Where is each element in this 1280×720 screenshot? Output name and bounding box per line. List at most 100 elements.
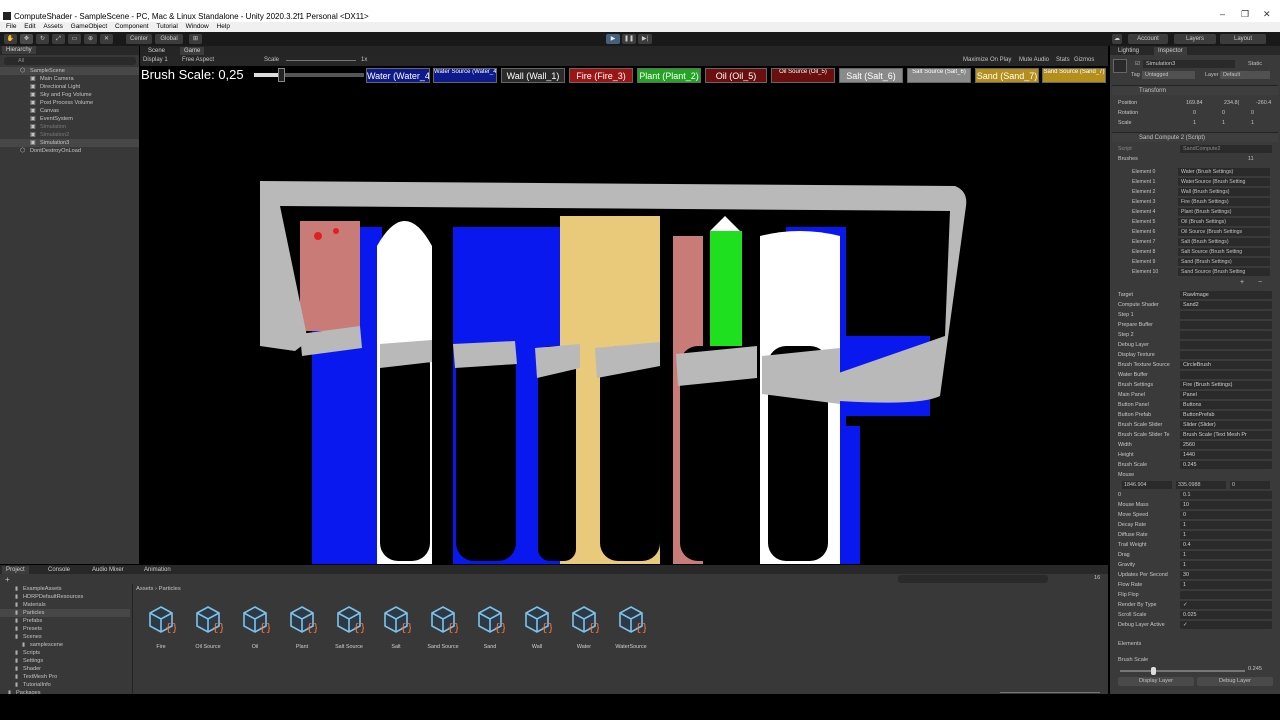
project-folder-item[interactable]: ▮ HDRPDefaultResources — [0, 593, 130, 601]
step-button[interactable]: ▶| — [638, 34, 652, 44]
script-field-value[interactable]: CircleBrush — [1180, 361, 1272, 369]
brush-button[interactable]: Salt (Salt_6) — [839, 68, 903, 83]
brush-button[interactable]: Oil (Oil_5) — [705, 68, 767, 83]
script-field-value[interactable]: 1 — [1180, 531, 1272, 539]
tab-scene[interactable]: Scene — [144, 47, 169, 55]
script-field-value[interactable]: 0.4 — [1180, 541, 1272, 549]
tab-hierarchy[interactable]: Hierarchy — [2, 46, 36, 54]
prefab-asset[interactable]: {} Salt — [376, 604, 416, 650]
hierarchy-item[interactable]: ⬡ SampleScene — [0, 67, 139, 75]
tab-project[interactable]: Project — [2, 566, 29, 574]
brush-element-field[interactable]: WaterSource (Brush Setting — [1178, 178, 1270, 186]
tab-animation[interactable]: Animation — [140, 566, 175, 574]
brush-element-field[interactable]: Oil (Brush Settings) — [1178, 218, 1270, 226]
script-field-value[interactable]: Buttons — [1180, 401, 1272, 409]
stats-toggle[interactable]: Stats — [1056, 57, 1070, 63]
brush-button[interactable]: Sand (Sand_7) — [975, 68, 1039, 83]
script-field-value[interactable]: ✓ — [1180, 601, 1272, 609]
add-element-button[interactable]: + — [1240, 279, 1244, 286]
brush-button[interactable]: Plant (Plant_2) — [637, 68, 701, 83]
script-field-value[interactable]: 0.245 — [1180, 461, 1272, 469]
prefab-asset[interactable]: {} Sand — [470, 604, 510, 650]
project-folder-item[interactable]: ▮ samplescene — [0, 641, 130, 649]
brush-element-field[interactable]: Sand Source (Brush Setting — [1178, 268, 1270, 276]
script-field-value[interactable]: 0.025 — [1180, 611, 1272, 619]
menu-tutorial[interactable]: Tutorial — [156, 22, 177, 32]
tab-audio-mixer[interactable]: Audio Mixer — [88, 566, 128, 574]
hand-tool-icon[interactable]: ✋ — [4, 34, 17, 44]
canvas-brush-scale-slider[interactable] — [1120, 667, 1245, 675]
tab-inspector[interactable]: Inspector — [1154, 47, 1187, 55]
tab-console[interactable]: Console — [44, 566, 74, 574]
hierarchy-item[interactable]: ▣ EventSystem — [0, 115, 139, 123]
prefab-asset[interactable]: {} Oil — [235, 604, 275, 650]
script-field-value[interactable] — [1180, 341, 1272, 349]
brush-element-field[interactable]: Salt (Brush Settings) — [1178, 238, 1270, 246]
prefab-asset[interactable]: {} Sand Source — [423, 604, 463, 650]
account-dropdown[interactable]: Account — [1128, 34, 1168, 44]
menu-file[interactable]: File — [6, 22, 16, 32]
rotation-x[interactable]: 0 — [1193, 108, 1196, 118]
scale-z[interactable]: 1 — [1251, 118, 1254, 128]
hierarchy-item[interactable]: ▣ Sky and Fog Volume — [0, 91, 139, 99]
script-component-header[interactable]: Sand Compute 2 (Script) — [1112, 132, 1278, 142]
mouse-x[interactable]: 1846.904 — [1122, 481, 1172, 489]
prefab-asset[interactable]: {} Salt Source — [329, 604, 369, 650]
script-field-value[interactable]: 1 — [1180, 551, 1272, 559]
breadcrumb-particles[interactable]: Particles — [159, 586, 181, 592]
brush-element-field[interactable]: Fire (Brush Settings) — [1178, 198, 1270, 206]
scale-slider[interactable] — [286, 60, 356, 61]
tag-dropdown[interactable]: Untagged — [1142, 71, 1195, 79]
brush-element-field[interactable]: Oil Source (Brush Settings — [1178, 228, 1270, 236]
hierarchy-item[interactable]: ▣ Directional Light — [0, 83, 139, 91]
script-field-value[interactable] — [1180, 331, 1272, 339]
prefab-asset[interactable]: {} Wall — [517, 604, 557, 650]
hierarchy-item[interactable]: ⬡ DontDestroyOnLoad — [0, 147, 139, 155]
brush-element-field[interactable]: Sand (Brush Settings) — [1178, 258, 1270, 266]
hierarchy-item[interactable]: ▣ Post Process Volume — [0, 99, 139, 107]
gizmos-dropdown[interactable]: Gizmos — [1074, 57, 1094, 63]
script-field-value[interactable] — [1180, 371, 1272, 379]
project-folder-item[interactable]: ▮ Materials — [0, 601, 130, 609]
prefab-asset[interactable]: {} Plant — [282, 604, 322, 650]
brush-button[interactable]: Wall (Wall_1) — [501, 68, 565, 83]
rotate-tool-icon[interactable]: ↻ — [36, 34, 49, 44]
snap-icon[interactable]: ⊞ — [189, 34, 202, 44]
script-field-value[interactable]: ✓ — [1180, 621, 1272, 629]
project-folder-item[interactable]: ▮ TutorialInfo — [0, 681, 130, 689]
rect-tool-icon[interactable]: ▭ — [68, 34, 81, 44]
script-field-value[interactable]: 0 — [1180, 511, 1272, 519]
brushes-count[interactable]: 11 — [1248, 154, 1254, 164]
script-field-value[interactable] — [1180, 311, 1272, 319]
aspect-dropdown[interactable]: Free Aspect — [182, 57, 214, 63]
mute-audio-toggle[interactable]: Mute Audio — [1019, 57, 1049, 63]
script-field-value[interactable]: Panel — [1180, 391, 1272, 399]
script-field-value[interactable]: 30 — [1180, 571, 1272, 579]
move-tool-icon[interactable]: ✥ — [20, 34, 33, 44]
hierarchy-item[interactable]: ▣ Simulation2 — [0, 131, 139, 139]
play-button[interactable]: ▶ — [606, 34, 620, 44]
pivot-toggle[interactable]: Center — [126, 34, 152, 44]
close-button[interactable]: ✕ — [1263, 9, 1271, 20]
layout-dropdown[interactable]: Layout — [1220, 34, 1266, 44]
transform-header[interactable]: Transform — [1112, 85, 1278, 95]
scale-y[interactable]: 1 — [1222, 118, 1225, 128]
icon-size-slider[interactable] — [1000, 692, 1100, 693]
menu-edit[interactable]: Edit — [24, 22, 35, 32]
brush-button[interactable]: Salt Source (Salt_6) — [907, 68, 971, 83]
project-folder-item[interactable]: ▮ Prefabs — [0, 617, 130, 625]
script-field-value[interactable]: ButtonPrefab — [1180, 411, 1272, 419]
maximize-button[interactable]: ❐ — [1241, 9, 1249, 20]
script-field-value[interactable]: Brush Scale (Text Mesh Pr — [1180, 431, 1272, 439]
brush-button[interactable]: Water (Water_4) — [366, 68, 430, 83]
script-field-value[interactable]: 1 — [1180, 521, 1272, 529]
pause-button[interactable]: ❚❚ — [622, 34, 636, 44]
project-folder-item[interactable]: ▮ Settings — [0, 657, 130, 665]
prefab-asset[interactable]: {} WaterSource — [611, 604, 651, 650]
canvas-brush-scale-handle[interactable] — [1150, 667, 1156, 675]
project-folder-item[interactable]: ▮ Particles — [0, 609, 130, 617]
brush-button[interactable]: Fire (Fire_3) — [569, 68, 633, 83]
script-field-value[interactable] — [1180, 351, 1272, 359]
brush-element-field[interactable]: Water (Brush Settings) — [1178, 168, 1270, 176]
prefab-asset[interactable]: {} Oil Source — [188, 604, 228, 650]
